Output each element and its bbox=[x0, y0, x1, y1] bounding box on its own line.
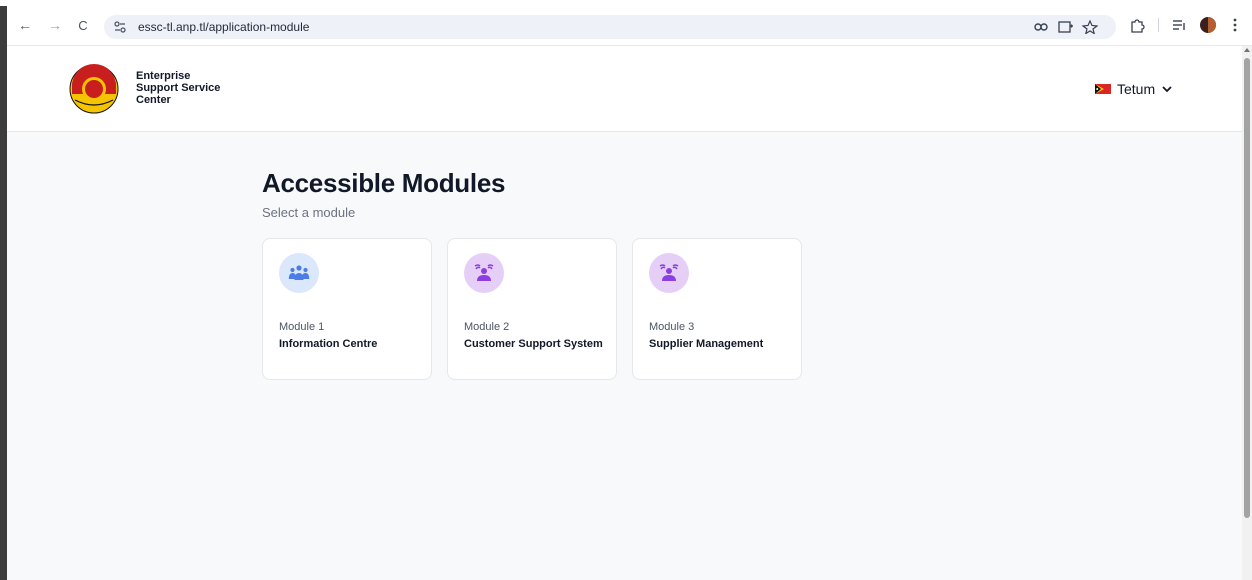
module-number: Module 3 bbox=[649, 321, 695, 333]
module-card-2[interactable]: Module 2 Customer Support System bbox=[447, 238, 617, 380]
module-name: Customer Support System bbox=[464, 338, 603, 350]
module-number: Module 2 bbox=[464, 321, 510, 333]
module-card-3[interactable]: Module 3 Supplier Management bbox=[632, 238, 802, 380]
brand-line-2: Support Service bbox=[136, 82, 221, 94]
page-subtitle: Select a module bbox=[262, 205, 356, 220]
browser-toolbar: ← → C essc-tl.anp.tl/application-module bbox=[0, 0, 1252, 46]
scroll-up-arrow-icon[interactable] bbox=[1244, 48, 1250, 52]
scrollbar-thumb[interactable] bbox=[1244, 58, 1250, 518]
forward-button[interactable]: → bbox=[46, 16, 64, 34]
timor-leste-flag-icon bbox=[1095, 84, 1111, 94]
window-left-edge bbox=[0, 6, 7, 580]
install-app-icon[interactable] bbox=[1058, 20, 1074, 34]
brand-line-1: Enterprise bbox=[136, 70, 191, 82]
url-text[interactable]: essc-tl.anp.tl/application-module bbox=[138, 20, 309, 34]
site-header: Enterprise Support Service Center Tetum bbox=[7, 46, 1242, 132]
support-agent-icon bbox=[464, 253, 504, 293]
page-scrollbar[interactable] bbox=[1242, 46, 1252, 580]
toolbar-divider bbox=[1158, 18, 1159, 32]
module-name: Information Centre bbox=[279, 338, 378, 350]
extensions-icon[interactable] bbox=[1128, 16, 1146, 34]
bookmark-star-icon[interactable] bbox=[1082, 20, 1098, 34]
main-content: Accessible Modules Select a module Modul… bbox=[7, 132, 1242, 580]
password-key-icon[interactable] bbox=[1034, 20, 1050, 34]
brand-line-3: Center bbox=[136, 94, 171, 106]
page-title: Accessible Modules bbox=[262, 168, 506, 198]
brand-name: Enterprise Support Service Center bbox=[136, 70, 220, 106]
language-label: Tetum bbox=[1117, 81, 1156, 97]
support-agent-icon bbox=[649, 253, 689, 293]
module-card-1[interactable]: Module 1 Information Centre bbox=[262, 238, 432, 380]
essc-logo[interactable] bbox=[69, 64, 119, 114]
address-bar[interactable]: essc-tl.anp.tl/application-module bbox=[104, 15, 1116, 39]
reading-list-icon[interactable] bbox=[1170, 16, 1188, 34]
users-group-icon bbox=[279, 253, 319, 293]
back-button[interactable]: ← bbox=[16, 16, 34, 34]
chevron-down-icon bbox=[1162, 86, 1172, 93]
profile-avatar-icon[interactable] bbox=[1199, 16, 1217, 34]
reload-button[interactable]: C bbox=[74, 16, 92, 34]
site-settings-icon[interactable] bbox=[112, 19, 128, 35]
browser-menu-icon[interactable] bbox=[1226, 16, 1244, 34]
language-selector[interactable]: Tetum bbox=[1087, 78, 1181, 100]
module-number: Module 1 bbox=[279, 321, 325, 333]
module-name: Supplier Management bbox=[649, 338, 764, 350]
